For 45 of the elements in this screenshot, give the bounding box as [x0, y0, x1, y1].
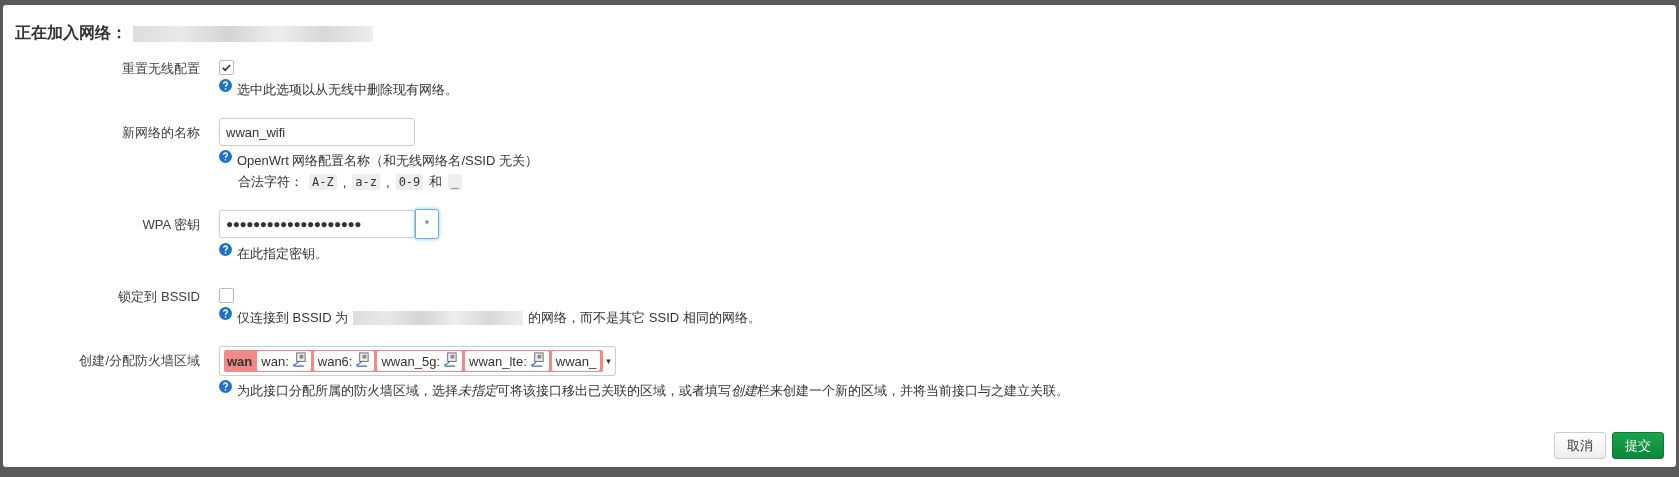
code-text: _ [448, 174, 462, 190]
help-text: 选中此选项以从无线中删除现有网络。 [237, 81, 458, 99]
help-text: 合法字符： [238, 173, 303, 191]
code-text: a-z [352, 174, 380, 190]
interface-name: wan: [261, 353, 289, 369]
dialog-title: 正在加入网络： [15, 23, 127, 43]
help-text: 仅连接到 BSSID 为 [237, 309, 349, 327]
help-icon [219, 243, 232, 256]
field-label: 重置无线配置 [121, 60, 200, 78]
help-icon [219, 150, 232, 163]
checkbox[interactable] [219, 288, 234, 303]
caret-icon: ▾ [606, 356, 611, 366]
zone-name: wan [227, 353, 253, 369]
interface-name: wwan_5g: [381, 353, 440, 369]
code-text: A-Z [309, 174, 337, 190]
name-field[interactable]: wwan_wifi [219, 118, 415, 146]
reveal-button[interactable]: * [415, 209, 439, 239]
interface-name: wwan_ [555, 353, 597, 369]
help-text: , [386, 174, 390, 190]
help-icon [219, 380, 232, 393]
network-port-icon [529, 352, 545, 370]
cancel-button[interactable]: 取消 [1554, 432, 1606, 459]
interface-name: wwan_lte: [469, 353, 527, 369]
help-text: OpenWrt 网络配置名称（和无线网络名/SSID 无关） [237, 152, 538, 170]
submit-button[interactable]: 提交 [1612, 432, 1664, 459]
help-text: 为此接口分配所属的防火墙区域，选择未指定可将该接口移出已关联的区域，或者填写创建栏来创建一个新的区域，并将当前接口与之建立关联。 [237, 382, 1069, 400]
check-icon [221, 62, 232, 73]
help-text: 和 [429, 173, 443, 191]
field-label: 锁定到 BSSID [117, 288, 200, 306]
network-port-icon [443, 352, 458, 370]
help-text: , [342, 174, 347, 190]
help-text: 的网络，而不是其它 SSID 相同的网络。 [528, 309, 761, 327]
code-text: 0-9 [395, 174, 424, 190]
field-label: 新网络的名称 [121, 124, 200, 142]
help-icon [219, 79, 232, 92]
help-text: 在此指定密钥。 [237, 245, 328, 263]
checkbox[interactable] [219, 60, 234, 75]
field-label: 创建/分配防火墙区域 [78, 352, 200, 370]
field-label: WPA 密钥 [141, 216, 200, 234]
zone-dropdown[interactable]: wan wan: wan6: wwan_5g: wwan_lte: wwan_ ▾ [219, 346, 616, 376]
help-icon [219, 307, 232, 320]
network-port-icon [291, 352, 307, 370]
network-port-icon [355, 352, 371, 370]
interface-name: wan6: [317, 353, 353, 369]
password-field[interactable]: ●●●●●●●●●●●●●●●●●●●● [219, 210, 415, 238]
